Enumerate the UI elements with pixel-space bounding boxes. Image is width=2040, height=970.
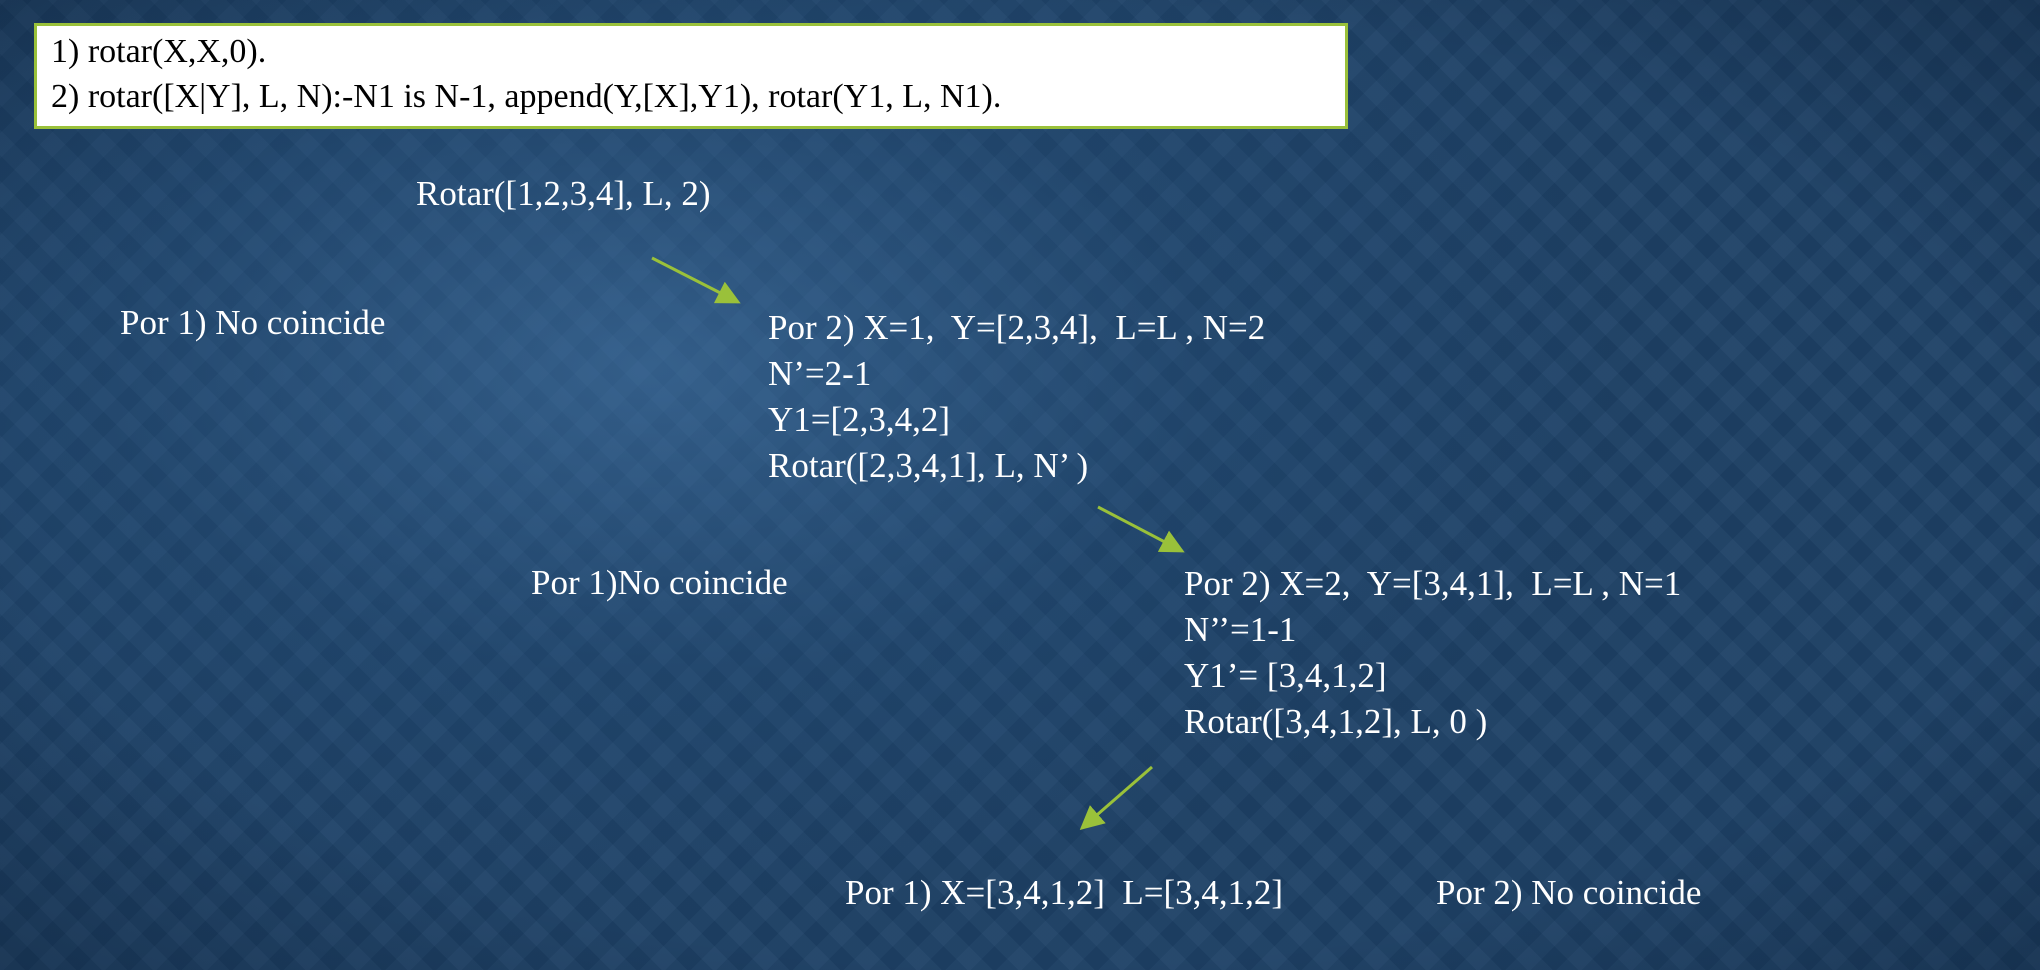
level1-clause2-line: Y1=[2,3,4,2] <box>768 400 951 439</box>
prolog-code-box: 1) rotar(X,X,0). 2) rotar([X|Y], L, N):-… <box>34 23 1348 129</box>
level2-clause2-block: Por 2) X=2, Y=[3,4,1], L=L , N=1 N’’=1-1… <box>1184 561 1681 745</box>
level2-clause2-line: Y1’= [3,4,1,2] <box>1184 656 1387 695</box>
level1-clause2-line: Rotar([2,3,4,1], L, N’ ) <box>768 446 1089 485</box>
level2-clause2-line: Por 2) X=2, Y=[3,4,1], L=L , N=1 <box>1184 564 1682 603</box>
arrow-query-to-level1 <box>651 256 741 304</box>
level3-clause2-result: Por 2) No coincide <box>1436 873 1702 912</box>
level1-clause1-result: Por 1) No coincide <box>120 303 386 342</box>
arrow-level2-to-level3 <box>1079 765 1153 830</box>
query-text: Rotar([1,2,3,4], L, 2) <box>416 174 711 213</box>
level1-clause2-line: Por 2) X=1, Y=[2,3,4], L=L , N=2 <box>768 308 1266 347</box>
level2-clause2-line: Rotar([3,4,1,2], L, 0 ) <box>1184 702 1488 741</box>
level1-clause2-block: Por 2) X=1, Y=[2,3,4], L=L , N=2 N’=2-1 … <box>768 305 1265 489</box>
level2-clause1-result: Por 1)No coincide <box>531 563 788 602</box>
level1-clause2-line: N’=2-1 <box>768 354 872 393</box>
slide: 1) rotar(X,X,0). 2) rotar([X|Y], L, N):-… <box>0 0 2040 970</box>
code-line-1: 1) rotar(X,X,0). <box>51 33 267 70</box>
code-line-2: 2) rotar([X|Y], L, N):-N1 is N-1, append… <box>51 78 1002 115</box>
arrow-level1-to-level2 <box>1097 505 1185 553</box>
level3-clause1-result: Por 1) X=[3,4,1,2] L=[3,4,1,2] <box>845 873 1284 912</box>
level2-clause2-line: N’’=1-1 <box>1184 610 1297 649</box>
